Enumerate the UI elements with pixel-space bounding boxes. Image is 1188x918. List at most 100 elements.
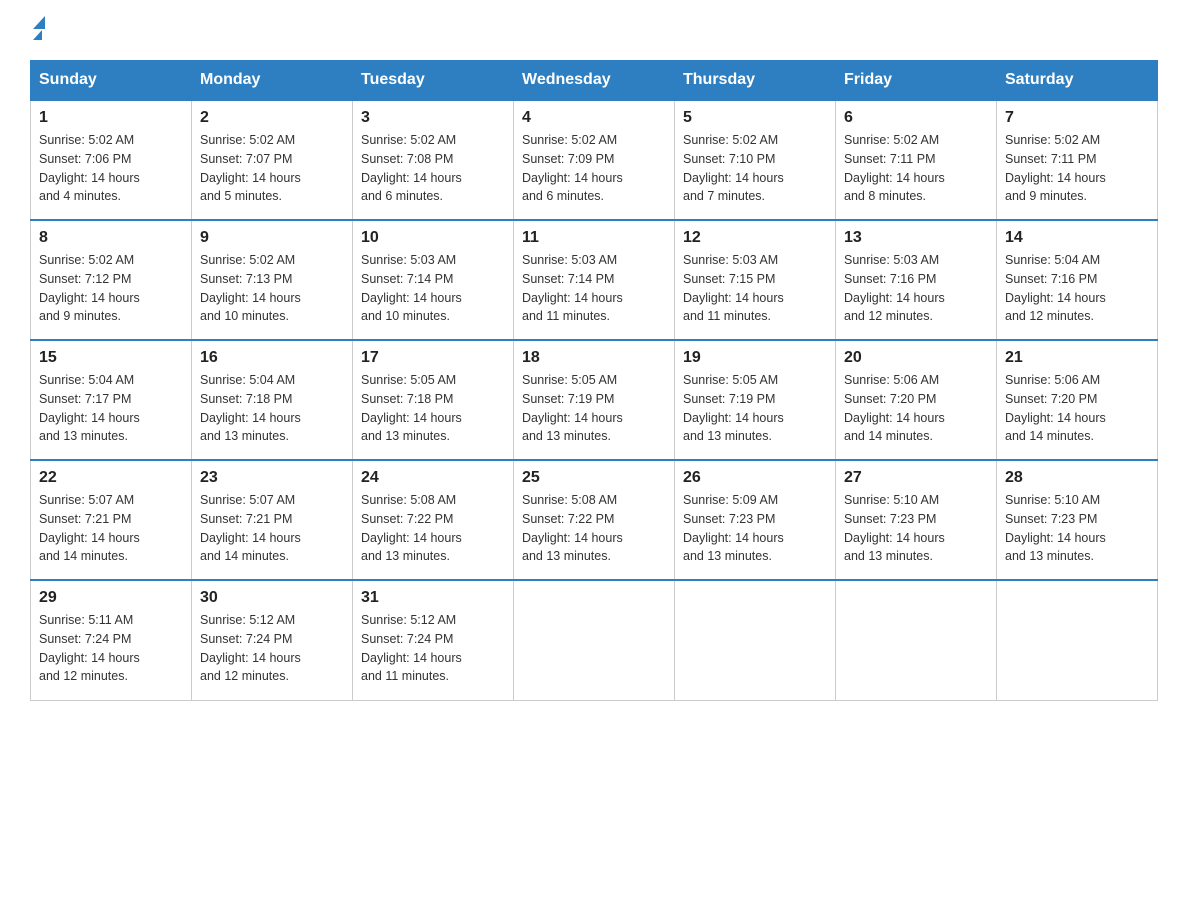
day-number: 6 <box>844 109 988 127</box>
calendar-cell: 17 Sunrise: 5:05 AMSunset: 7:18 PMDayligh… <box>353 340 514 460</box>
calendar-cell: 15 Sunrise: 5:04 AMSunset: 7:17 PMDayligh… <box>31 340 192 460</box>
day-info: Sunrise: 5:04 AMSunset: 7:18 PMDaylight:… <box>200 371 344 446</box>
calendar-cell: 7Sunrise: 5:02 AMSunset: 7:11 PMDaylight… <box>997 100 1158 220</box>
week-row-4: 22Sunrise: 5:07 AMSunset: 7:21 PMDayligh… <box>31 460 1158 580</box>
day-info: Sunrise: 5:04 AMSunset: 7:17 PMDaylight:… <box>39 371 183 446</box>
week-row-2: 8 Sunrise: 5:02 AMSunset: 7:12 PMDaylight… <box>31 220 1158 340</box>
calendar-cell: 4 Sunrise: 5:02 AMSunset: 7:09 PMDaylight… <box>514 100 675 220</box>
day-info: Sunrise: 5:02 AMSunset: 7:11 PMDaylight:… <box>844 131 988 206</box>
calendar-cell: 31 Sunrise: 5:12 AMSunset: 7:24 PMDayligh… <box>353 580 514 700</box>
day-number: 2 <box>200 109 344 127</box>
calendar-cell: 19 Sunrise: 5:05 AMSunset: 7:19 PMDayligh… <box>675 340 836 460</box>
day-info: Sunrise: 5:02 AMSunset: 7:08 PMDaylight:… <box>361 131 505 206</box>
calendar-cell: 6 Sunrise: 5:02 AMSunset: 7:11 PMDaylight… <box>836 100 997 220</box>
day-number: 21 <box>1005 349 1149 367</box>
day-number: 28 <box>1005 469 1149 487</box>
calendar-cell: 10 Sunrise: 5:03 AMSunset: 7:14 PMDayligh… <box>353 220 514 340</box>
day-info: Sunrise: 5:02 AMSunset: 7:06 PMDaylight:… <box>39 131 183 206</box>
day-info: Sunrise: 5:02 AMSunset: 7:12 PMDaylight:… <box>39 251 183 326</box>
col-header-thursday: Thursday <box>675 61 836 101</box>
day-number: 9 <box>200 229 344 247</box>
day-number: 3 <box>361 109 505 127</box>
day-info: Sunrise: 5:05 AMSunset: 7:18 PMDaylight:… <box>361 371 505 446</box>
day-number: 27 <box>844 469 988 487</box>
day-number: 11 <box>522 229 666 247</box>
day-number: 23 <box>200 469 344 487</box>
calendar-cell: 3 Sunrise: 5:02 AMSunset: 7:08 PMDaylight… <box>353 100 514 220</box>
col-header-saturday: Saturday <box>997 61 1158 101</box>
calendar-cell <box>675 580 836 700</box>
calendar-cell: 21Sunrise: 5:06 AMSunset: 7:20 PMDayligh… <box>997 340 1158 460</box>
day-number: 17 <box>361 349 505 367</box>
col-header-wednesday: Wednesday <box>514 61 675 101</box>
calendar-cell: 22Sunrise: 5:07 AMSunset: 7:21 PMDayligh… <box>31 460 192 580</box>
day-number: 5 <box>683 109 827 127</box>
calendar-cell: 30 Sunrise: 5:12 AMSunset: 7:24 PMDayligh… <box>192 580 353 700</box>
day-number: 31 <box>361 589 505 607</box>
day-info: Sunrise: 5:03 AMSunset: 7:16 PMDaylight:… <box>844 251 988 326</box>
logo <box>30 20 45 40</box>
day-number: 25 <box>522 469 666 487</box>
logo-triangles <box>33 16 45 40</box>
day-info: Sunrise: 5:09 AMSunset: 7:23 PMDaylight:… <box>683 491 827 566</box>
day-number: 15 <box>39 349 183 367</box>
day-number: 29 <box>39 589 183 607</box>
calendar-cell: 23 Sunrise: 5:07 AMSunset: 7:21 PMDayligh… <box>192 460 353 580</box>
col-header-sunday: Sunday <box>31 61 192 101</box>
day-info: Sunrise: 5:05 AMSunset: 7:19 PMDaylight:… <box>683 371 827 446</box>
day-number: 12 <box>683 229 827 247</box>
day-info: Sunrise: 5:08 AMSunset: 7:22 PMDaylight:… <box>361 491 505 566</box>
calendar-cell: 12 Sunrise: 5:03 AMSunset: 7:15 PMDayligh… <box>675 220 836 340</box>
day-info: Sunrise: 5:07 AMSunset: 7:21 PMDaylight:… <box>200 491 344 566</box>
day-number: 26 <box>683 469 827 487</box>
calendar-cell <box>514 580 675 700</box>
day-info: Sunrise: 5:11 AMSunset: 7:24 PMDaylight:… <box>39 611 183 686</box>
calendar-cell: 29 Sunrise: 5:11 AMSunset: 7:24 PMDayligh… <box>31 580 192 700</box>
calendar-cell: 14 Sunrise: 5:04 AMSunset: 7:16 PMDayligh… <box>997 220 1158 340</box>
col-header-monday: Monday <box>192 61 353 101</box>
calendar-cell: 2 Sunrise: 5:02 AMSunset: 7:07 PMDaylight… <box>192 100 353 220</box>
calendar-cell: 8 Sunrise: 5:02 AMSunset: 7:12 PMDaylight… <box>31 220 192 340</box>
calendar-cell: 26 Sunrise: 5:09 AMSunset: 7:23 PMDayligh… <box>675 460 836 580</box>
day-info: Sunrise: 5:12 AMSunset: 7:24 PMDaylight:… <box>200 611 344 686</box>
day-info: Sunrise: 5:12 AMSunset: 7:24 PMDaylight:… <box>361 611 505 686</box>
calendar-cell: 24 Sunrise: 5:08 AMSunset: 7:22 PMDayligh… <box>353 460 514 580</box>
col-header-tuesday: Tuesday <box>353 61 514 101</box>
day-number: 18 <box>522 349 666 367</box>
calendar-cell: 20 Sunrise: 5:06 AMSunset: 7:20 PMDayligh… <box>836 340 997 460</box>
day-info: Sunrise: 5:07 AMSunset: 7:21 PMDaylight:… <box>39 491 183 566</box>
calendar-cell: 5Sunrise: 5:02 AMSunset: 7:10 PMDaylight… <box>675 100 836 220</box>
calendar-cell: 11 Sunrise: 5:03 AMSunset: 7:14 PMDayligh… <box>514 220 675 340</box>
col-header-friday: Friday <box>836 61 997 101</box>
day-number: 1 <box>39 109 183 127</box>
day-number: 19 <box>683 349 827 367</box>
calendar-cell <box>997 580 1158 700</box>
day-info: Sunrise: 5:03 AMSunset: 7:14 PMDaylight:… <box>361 251 505 326</box>
day-info: Sunrise: 5:03 AMSunset: 7:15 PMDaylight:… <box>683 251 827 326</box>
header-row: SundayMondayTuesdayWednesdayThursdayFrid… <box>31 61 1158 101</box>
calendar-cell: 25 Sunrise: 5:08 AMSunset: 7:22 PMDayligh… <box>514 460 675 580</box>
day-info: Sunrise: 5:06 AMSunset: 7:20 PMDaylight:… <box>844 371 988 446</box>
day-info: Sunrise: 5:05 AMSunset: 7:19 PMDaylight:… <box>522 371 666 446</box>
day-number: 7 <box>1005 109 1149 127</box>
calendar-cell: 28 Sunrise: 5:10 AMSunset: 7:23 PMDayligh… <box>997 460 1158 580</box>
day-number: 30 <box>200 589 344 607</box>
calendar-cell: 9Sunrise: 5:02 AMSunset: 7:13 PMDaylight… <box>192 220 353 340</box>
day-number: 4 <box>522 109 666 127</box>
calendar-table: SundayMondayTuesdayWednesdayThursdayFrid… <box>30 60 1158 701</box>
day-number: 14 <box>1005 229 1149 247</box>
day-number: 24 <box>361 469 505 487</box>
day-info: Sunrise: 5:04 AMSunset: 7:16 PMDaylight:… <box>1005 251 1149 326</box>
day-info: Sunrise: 5:02 AMSunset: 7:09 PMDaylight:… <box>522 131 666 206</box>
day-number: 20 <box>844 349 988 367</box>
calendar-cell: 1 Sunrise: 5:02 AMSunset: 7:06 PMDaylight… <box>31 100 192 220</box>
day-number: 10 <box>361 229 505 247</box>
day-info: Sunrise: 5:02 AMSunset: 7:07 PMDaylight:… <box>200 131 344 206</box>
day-info: Sunrise: 5:03 AMSunset: 7:14 PMDaylight:… <box>522 251 666 326</box>
page-header <box>30 20 1158 40</box>
day-number: 8 <box>39 229 183 247</box>
day-info: Sunrise: 5:10 AMSunset: 7:23 PMDaylight:… <box>844 491 988 566</box>
calendar-cell: 13Sunrise: 5:03 AMSunset: 7:16 PMDayligh… <box>836 220 997 340</box>
day-info: Sunrise: 5:08 AMSunset: 7:22 PMDaylight:… <box>522 491 666 566</box>
day-info: Sunrise: 5:10 AMSunset: 7:23 PMDaylight:… <box>1005 491 1149 566</box>
